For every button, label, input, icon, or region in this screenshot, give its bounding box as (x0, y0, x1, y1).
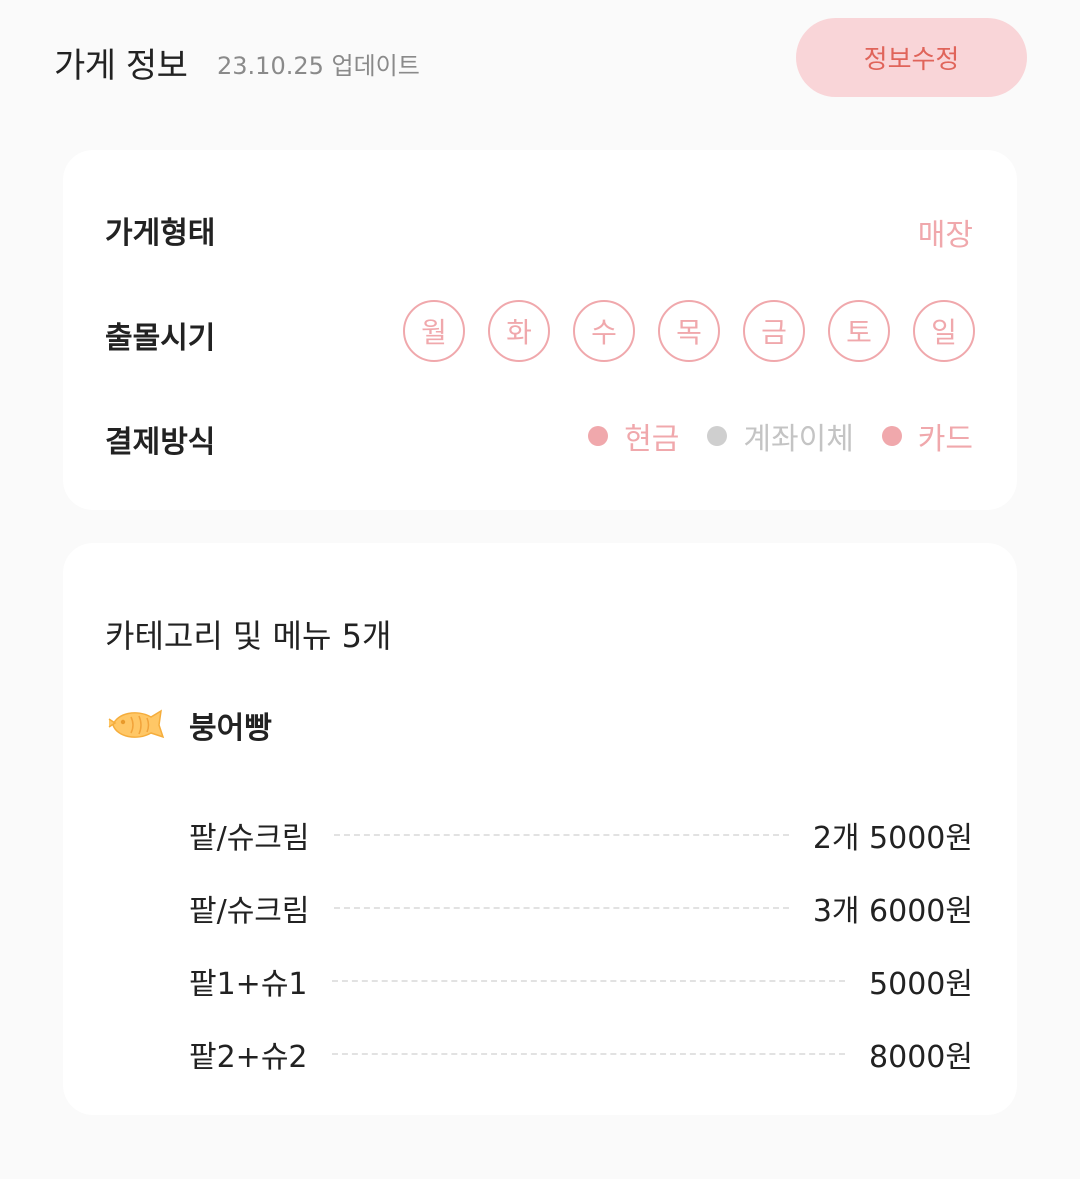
edit-info-button[interactable]: 정보수정 (796, 18, 1027, 97)
list-item: 팥/슈크림 3개 6000원 (189, 871, 973, 944)
day-tue: 화 (488, 300, 550, 362)
days-list: 월 화 수 목 금 토 일 (403, 300, 975, 362)
payment-cash: 현금 (588, 414, 679, 458)
day-mon: 월 (403, 300, 465, 362)
header: 가게 정보 23.10.25 업데이트 정보수정 (0, 0, 1080, 120)
menu-items: 팥/슈크림 2개 5000원 팥/슈크림 3개 6000원 팥1+슈1 5000… (189, 798, 973, 1090)
item-name: 팥/슈크림 (189, 820, 310, 856)
payment-label: 결제방식 (105, 425, 216, 460)
list-item: 팥1+슈1 5000원 (189, 944, 973, 1017)
item-price: 5000원 (869, 966, 973, 1002)
store-type-value: 매장 (917, 218, 973, 253)
item-price: 2개 5000원 (812, 820, 973, 856)
payment-methods: 현금 계좌이체 카드 (588, 414, 973, 458)
divider (333, 833, 789, 836)
days-label: 출몰시기 (105, 321, 216, 356)
category-row: 붕어빵 (107, 703, 272, 747)
payment-card: 카드 (881, 414, 973, 458)
item-price: 8000원 (869, 1039, 973, 1075)
list-item: 팥2+슈2 8000원 (189, 1017, 973, 1090)
payment-transfer-label: 계좌이체 (743, 422, 854, 457)
payment-card-label: 카드 (917, 422, 973, 457)
day-fri: 금 (743, 300, 805, 362)
item-name: 팥1+슈1 (189, 966, 308, 1002)
day-sun: 일 (913, 300, 975, 362)
item-name: 팥2+슈2 (189, 1039, 308, 1075)
divider (333, 906, 789, 909)
day-thu: 목 (658, 300, 720, 362)
payment-transfer: 계좌이체 (707, 414, 854, 458)
category-name: 붕어빵 (189, 711, 272, 746)
list-item: 팥/슈크림 2개 5000원 (189, 798, 973, 871)
menu-card: 카테고리 및 메뉴 5개 붕어빵 팥/슈크림 2개 5000원 팥/슈크림 3개… (63, 543, 1017, 1115)
page-title: 가게 정보 (54, 46, 188, 86)
menu-title: 카테고리 및 메뉴 5개 (105, 617, 392, 655)
dot-icon (588, 426, 609, 446)
item-price: 3개 6000원 (812, 893, 973, 929)
payment-cash-label: 현금 (624, 422, 680, 457)
item-name: 팥/슈크림 (189, 893, 310, 929)
divider (331, 1052, 846, 1055)
store-type-label: 가게형태 (105, 216, 216, 251)
day-sat: 토 (828, 300, 890, 362)
bungeoppang-icon (108, 709, 165, 739)
store-info-card: 가게형태 매장 출몰시기 월 화 수 목 금 토 일 결제방식 현금 계좌이체 … (63, 150, 1017, 510)
dot-icon (707, 426, 728, 446)
day-wed: 수 (573, 300, 635, 362)
dot-icon (881, 426, 902, 446)
divider (331, 979, 846, 982)
update-date: 23.10.25 업데이트 (217, 52, 420, 80)
